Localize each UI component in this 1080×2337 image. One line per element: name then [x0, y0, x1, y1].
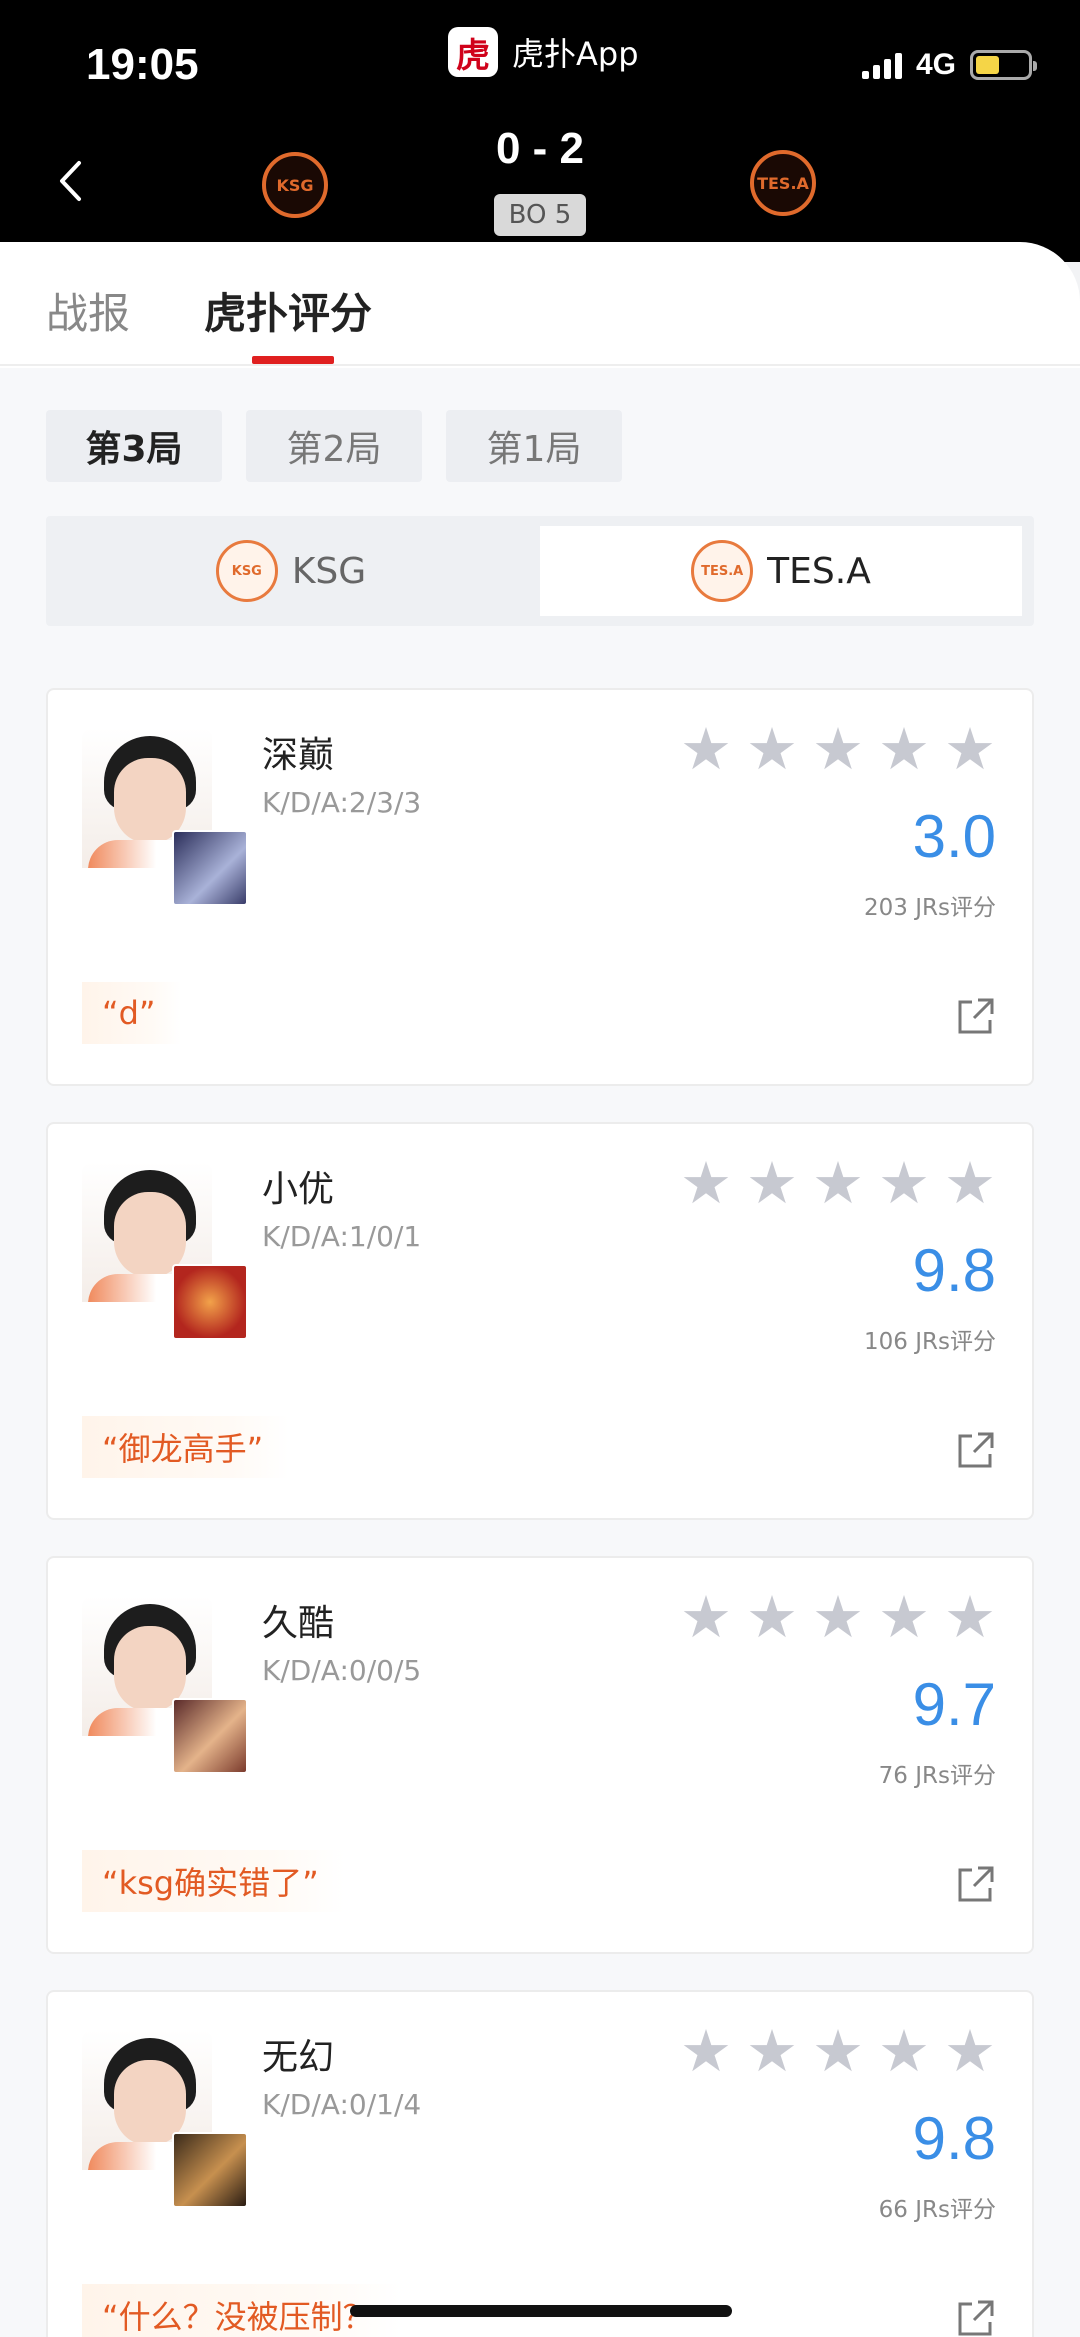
player-kda: K/D/A:1/0/1 [262, 1220, 422, 1253]
star-icon[interactable]: ★ [878, 1154, 930, 1212]
star-icon[interactable]: ★ [746, 1588, 798, 1646]
star-icon[interactable]: ★ [746, 1154, 798, 1212]
star-icon[interactable]: ★ [680, 720, 732, 778]
away-team-logo[interactable]: TES.A [750, 150, 816, 216]
top-comment[interactable]: “ksg确实错了” [82, 1850, 345, 1912]
player-rating: 9.8 [912, 1237, 996, 1304]
match-score: 0 - 2 [495, 124, 585, 173]
status-indicators: 4G [861, 48, 1037, 82]
share-icon[interactable] [956, 1864, 996, 1904]
player-card[interactable]: 无幻 K/D/A:0/1/4 ★ ★ ★ ★ ★ 9.8 66 JRs评分 “什么？没被… [46, 1990, 1034, 2337]
team-switch: KSG KSG TES.A TES.A [46, 516, 1034, 626]
home-indicator[interactable] [350, 2305, 732, 2317]
share-icon[interactable] [956, 996, 996, 1036]
rating-count: 76 JRs评分 [878, 1763, 996, 1789]
app-logo-icon: 虎 [448, 27, 498, 77]
player-name: 小优 [262, 1169, 335, 1210]
game-tab-2[interactable]: 第2局 [246, 410, 422, 482]
star-icon[interactable]: ★ [878, 720, 930, 778]
player-card[interactable]: 久酷 K/D/A:0/0/5 ★ ★ ★ ★ ★ 9.7 76 JRs评分 “ksg确实… [46, 1556, 1034, 1954]
player-name: 久酷 [262, 1603, 335, 1644]
tab-hupu-rating[interactable]: 虎扑评分 [204, 280, 372, 341]
top-comment[interactable]: “d” [82, 982, 182, 1044]
home-team-logo[interactable]: KSG [262, 152, 328, 218]
team-option-label: KSG [291, 550, 367, 592]
player-name: 深巅 [262, 735, 335, 776]
star-icon[interactable]: ★ [944, 720, 996, 778]
battery-icon [970, 50, 1037, 80]
star-icon[interactable]: ★ [812, 1154, 864, 1212]
chevron-left-icon [60, 161, 81, 201]
status-time: 19:05 [86, 40, 199, 89]
star-icon[interactable]: ★ [680, 2022, 732, 2080]
player-kda: K/D/A:2/3/3 [262, 786, 422, 819]
player-rating: 9.8 [912, 2105, 996, 2172]
game-tab-1[interactable]: 第1局 [446, 410, 622, 482]
signal-icon [861, 51, 902, 79]
star-icon[interactable]: ★ [680, 1588, 732, 1646]
share-icon[interactable] [956, 1430, 996, 1470]
player-kda: K/D/A:0/1/4 [262, 2088, 422, 2121]
active-tab-indicator [252, 356, 334, 364]
hero-avatar [172, 1264, 248, 1340]
app-name: 虎扑App [512, 35, 639, 73]
star-icon[interactable]: ★ [878, 1588, 930, 1646]
game-tab-3[interactable]: 第3局 [46, 410, 222, 482]
tab-bar: 战报 虎扑评分 [0, 242, 1080, 366]
player-card[interactable]: 深巅 K/D/A:2/3/3 ★ ★ ★ ★ ★ 3.0 203 JRs评分 “d” [46, 688, 1034, 1086]
star-icon[interactable]: ★ [812, 2022, 864, 2080]
team-option-tes[interactable]: TES.A TES.A [540, 526, 1022, 616]
rating-count: 106 JRs评分 [864, 1329, 996, 1355]
app-badge: 虎 虎扑App [448, 24, 639, 80]
star-icon[interactable]: ★ [812, 720, 864, 778]
rating-count: 203 JRs评分 [864, 895, 996, 921]
star-icon[interactable]: ★ [746, 720, 798, 778]
rating-count: 66 JRs评分 [878, 2197, 996, 2223]
star-icon[interactable]: ★ [812, 1588, 864, 1646]
hero-avatar [172, 1698, 248, 1774]
game-selector: 第3局 第2局 第1局 [46, 410, 622, 482]
match-header: 19:05 虎 虎扑App 4G KSG 0 - 2 BO 5 TES.A [0, 0, 1080, 262]
back-button[interactable] [50, 156, 90, 206]
share-icon[interactable] [956, 2298, 996, 2337]
team-option-ksg[interactable]: KSG KSG [50, 526, 532, 616]
hero-avatar [172, 830, 248, 906]
top-comment[interactable]: “御龙高手” [82, 1416, 290, 1478]
player-rating: 9.7 [912, 1671, 996, 1738]
star-rating[interactable]: ★ ★ ★ ★ ★ [680, 1588, 996, 1646]
star-icon[interactable]: ★ [680, 1154, 732, 1212]
star-icon[interactable]: ★ [746, 2022, 798, 2080]
tab-match-report[interactable]: 战报 [46, 280, 130, 341]
ksg-logo-icon: KSG [215, 540, 278, 602]
star-icon[interactable]: ★ [944, 1588, 996, 1646]
content-sheet: 战报 虎扑评分 第3局 第2局 第1局 KSG KSG TES.A TES.A … [0, 242, 1080, 2337]
team-option-label: TES.A [767, 550, 871, 592]
hero-avatar [172, 2132, 248, 2208]
tes-logo-icon: TES.A [691, 540, 754, 602]
player-card[interactable]: 小优 K/D/A:1/0/1 ★ ★ ★ ★ ★ 9.8 106 JRs评分 “御龙高手… [46, 1122, 1034, 1520]
player-rating: 3.0 [912, 803, 996, 870]
star-icon[interactable]: ★ [944, 2022, 996, 2080]
star-icon[interactable]: ★ [944, 1154, 996, 1212]
player-name: 无幻 [262, 2037, 335, 2078]
star-rating[interactable]: ★ ★ ★ ★ ★ [680, 2022, 996, 2080]
star-rating[interactable]: ★ ★ ★ ★ ★ [680, 1154, 996, 1212]
star-rating[interactable]: ★ ★ ★ ★ ★ [680, 720, 996, 778]
player-kda: K/D/A:0/0/5 [262, 1654, 422, 1687]
star-icon[interactable]: ★ [878, 2022, 930, 2080]
match-format-badge: BO 5 [494, 194, 586, 236]
network-type: 4G [915, 48, 956, 81]
